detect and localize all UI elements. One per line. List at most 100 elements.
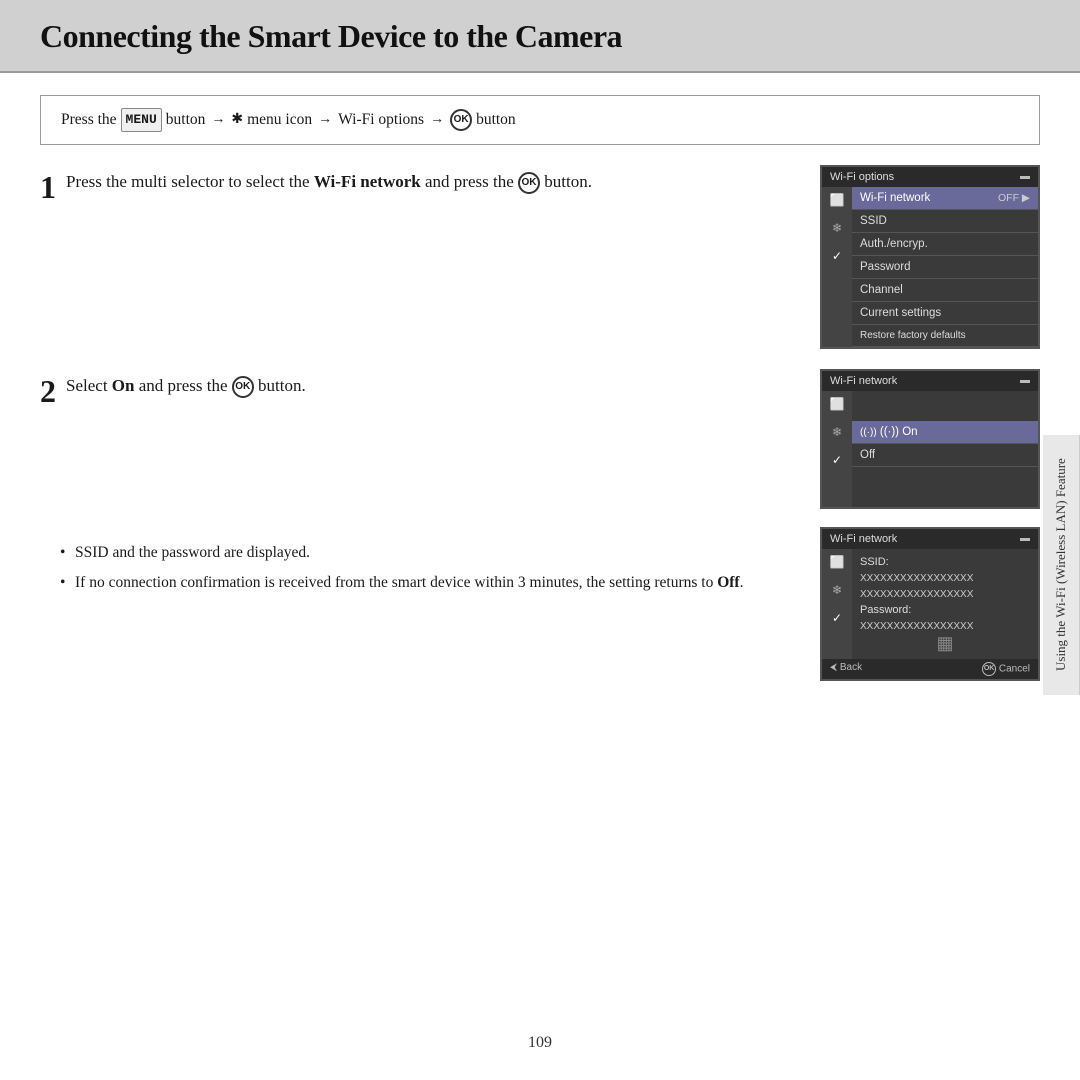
screen3-sidebar: ⬜ ❄ ✓ xyxy=(822,549,852,659)
ssid-label: SSID: xyxy=(860,556,889,568)
step-2-screen: Wi-Fi network ▬ ⬜ ❄ ✓ xyxy=(820,369,1040,509)
step-1-screen: Wi-Fi options ▬ ⬜ ❄ ✓ Wi-Fi network OF xyxy=(820,165,1040,349)
step-2-left: 2 Select On and press the OK button. xyxy=(40,369,790,407)
screen3-title: Wi-Fi network xyxy=(830,533,897,545)
nav-hint-text3: Wi-Fi options xyxy=(338,108,424,131)
step-2-row: 2 Select On and press the OK button. Wi-… xyxy=(40,369,1040,509)
step-2-number: 2 xyxy=(40,375,56,407)
wrench-icon-2: ✓ xyxy=(832,453,842,467)
screen2-body: ⬜ ❄ ✓ ((·)) ((·)) On xyxy=(822,391,1038,507)
ssid-label-row: SSID: xyxy=(860,554,1030,570)
arrow3: → xyxy=(430,109,444,130)
ssid-value1: XXXXXXXXXXXXXXXXX xyxy=(860,573,973,584)
screen1-menu: Wi-Fi network OFF ▶ SSID Auth./encryp. P… xyxy=(852,187,1038,347)
ok-small-icon: OK xyxy=(982,662,996,676)
menu-item-wifi-network-value: OFF ▶ xyxy=(998,192,1030,204)
step-1-number: 1 xyxy=(40,171,56,203)
step-1-plain3: button. xyxy=(540,172,592,191)
note-1: SSID and the password are displayed. xyxy=(60,541,790,566)
steps-container: 1 Press the multi selector to select the… xyxy=(40,165,1040,509)
screen3-footer: ⮜ Back OK Cancel xyxy=(822,659,1038,679)
nav-hint-box: Press the MENU button → ✱ menu icon → Wi… xyxy=(40,95,1040,145)
note-2: If no connection confirmation is receive… xyxy=(60,571,790,596)
step-1-text: Press the multi selector to select the W… xyxy=(66,169,790,195)
step-1-bold: Wi-Fi network xyxy=(314,172,421,191)
nav-hint-text2: menu icon xyxy=(247,108,312,131)
cancel-label: OK Cancel xyxy=(982,662,1030,676)
title-bar: Connecting the Smart Device to the Camer… xyxy=(0,0,1080,73)
step-1-left: 1 Press the multi selector to select the… xyxy=(40,165,790,203)
step-1-plain2: and press the xyxy=(421,172,518,191)
menu-item-on: ((·)) ((·)) On xyxy=(852,421,1038,444)
ssid-value2: XXXXXXXXXXXXXXXXX xyxy=(860,589,973,600)
password-label: Password: xyxy=(860,604,911,616)
camera-icon-1: ⬜ xyxy=(830,193,845,207)
password-label-row: Password: xyxy=(860,602,1030,618)
wrench-icon-3: ✓ xyxy=(832,611,842,625)
password-value-row: XXXXXXXXXXXXXXXXX xyxy=(860,618,1030,634)
step-1-row: 1 Press the multi selector to select the… xyxy=(40,165,1040,349)
page-title: Connecting the Smart Device to the Camer… xyxy=(40,18,1040,55)
screen3-info: SSID: XXXXXXXXXXXXXXXXX XXXXXXXXXXXXXXXX… xyxy=(852,549,1038,659)
camera-icon-2: ⬜ xyxy=(830,397,845,411)
screen2-header: Wi-Fi network ▬ xyxy=(822,371,1038,391)
menu-item-channel: Channel xyxy=(852,279,1038,302)
menu-item-current: Current settings xyxy=(852,302,1038,325)
step-2-bold: On xyxy=(112,376,135,395)
step-1-plain: Press the multi selector to select the xyxy=(66,172,314,191)
screen2-title: Wi-Fi network xyxy=(830,375,897,387)
screen3-body: ⬜ ❄ ✓ SSID: XXXXXXXXXXXXXXXXX XXXXXXXXXX… xyxy=(822,549,1038,659)
camera-screen-2: Wi-Fi network ▬ ⬜ ❄ ✓ xyxy=(820,369,1040,509)
screen3-header-icon: ▬ xyxy=(1020,533,1030,544)
wrench-icon-1: ✓ xyxy=(832,249,842,263)
step-2-text: Select On and press the OK button. xyxy=(66,373,790,399)
screen1-sidebar: ⬜ ❄ ✓ xyxy=(822,187,852,347)
ok-icon-nav: OK xyxy=(450,109,472,131)
notes-section: SSID and the password are displayed. If … xyxy=(40,527,790,603)
menu-key: MENU xyxy=(121,108,162,132)
password-value: XXXXXXXXXXXXXXXXX xyxy=(860,621,973,632)
arrow1: → xyxy=(211,109,225,130)
screen1-body: ⬜ ❄ ✓ Wi-Fi network OFF ▶ SSID xyxy=(822,187,1038,347)
screen1-title: Wi-Fi options xyxy=(830,171,894,183)
back-label: ⮜ Back xyxy=(830,662,862,676)
nav-hint-prefix: Press the xyxy=(61,108,117,131)
menu-item-password: Password xyxy=(852,256,1038,279)
qr-icon: ▦ xyxy=(936,633,953,654)
camera-screen-1: Wi-Fi options ▬ ⬜ ❄ ✓ Wi-Fi network OF xyxy=(820,165,1040,349)
menu-item-restore: Restore factory defaults xyxy=(852,325,1038,347)
snowflake-icon-1: ❄ xyxy=(832,221,842,235)
notes-list: SSID and the password are displayed. If … xyxy=(40,541,790,597)
ssid-value2-row: XXXXXXXXXXXXXXXXX xyxy=(860,586,1030,602)
menu-item-ssid: SSID xyxy=(852,210,1038,233)
ok-icon-step2: OK xyxy=(232,376,254,398)
ok-icon-step1: OK xyxy=(518,172,540,194)
nav-hint-text1: button xyxy=(166,108,206,131)
step-2-plain2: and press the xyxy=(134,376,231,395)
camera-screen-3: Wi-Fi network ▬ ⬜ ❄ ✓ SSID: XXXXXXXX xyxy=(820,527,1040,681)
screen2-header-icon: ▬ xyxy=(1020,375,1030,386)
menu-item-off: Off xyxy=(852,444,1038,467)
wifi-menu-icon: ✱ xyxy=(231,109,243,130)
screen1-header: Wi-Fi options ▬ xyxy=(822,167,1038,187)
step-3-screen: Wi-Fi network ▬ ⬜ ❄ ✓ SSID: XXXXXXXX xyxy=(820,527,1040,681)
notes-and-screen3: SSID and the password are displayed. If … xyxy=(40,527,1040,681)
side-tab: Using the Wi-Fi (Wireless LAN) Feature xyxy=(1043,435,1080,695)
menu-item-wifi-network: Wi-Fi network OFF ▶ xyxy=(852,187,1038,210)
screen3-header: Wi-Fi network ▬ xyxy=(822,529,1038,549)
camera-icon-3: ⬜ xyxy=(830,555,845,569)
page-number: 109 xyxy=(0,1034,1080,1052)
nav-hint-text4: button xyxy=(476,108,516,131)
menu-item-wifi-network-label: Wi-Fi network xyxy=(860,192,930,204)
ssid-value1-row: XXXXXXXXXXXXXXXXX xyxy=(860,570,1030,586)
screen2-menu: ((·)) ((·)) On Off xyxy=(852,391,1038,507)
step-2-plain3: button. xyxy=(254,376,306,395)
snowflake-icon-3: ❄ xyxy=(832,583,842,597)
screen2-sidebar: ⬜ ❄ ✓ xyxy=(822,391,852,507)
wifi-on-label: ((·)) ((·)) On xyxy=(860,426,918,438)
arrow2: → xyxy=(318,109,332,130)
main-content: Press the MENU button → ✱ menu icon → Wi… xyxy=(0,95,1080,681)
menu-item-auth: Auth./encryp. xyxy=(852,233,1038,256)
step-2-plain: Select xyxy=(66,376,112,395)
snowflake-icon-2: ❄ xyxy=(832,425,842,439)
